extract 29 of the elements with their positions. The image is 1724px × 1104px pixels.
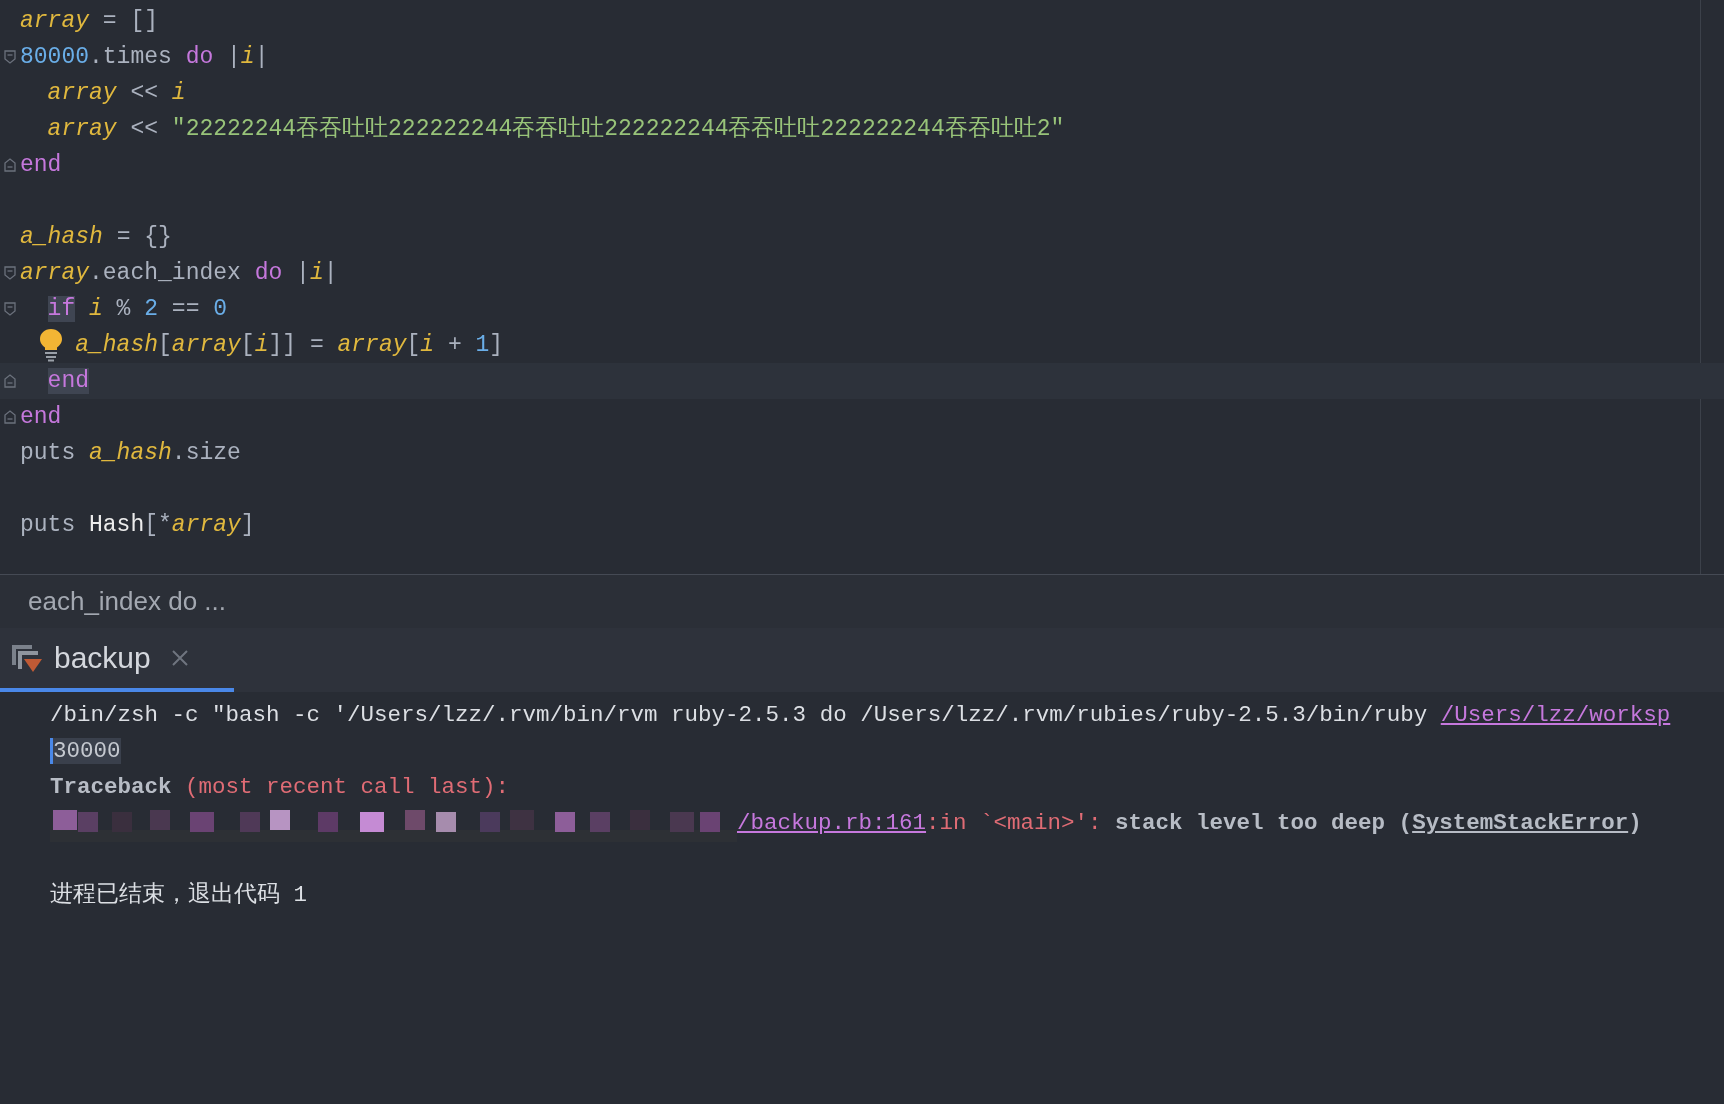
code-line: end — [20, 151, 62, 180]
fold-icon[interactable] — [4, 266, 16, 280]
fold-end-icon[interactable] — [4, 158, 16, 172]
fold-icon[interactable] — [4, 50, 16, 64]
console-output: /backup.rb:161:in `<main>': stack level too deep (SystemStackError) — [737, 809, 1642, 839]
run-tab[interactable]: backup — [0, 628, 234, 692]
close-icon[interactable] — [170, 649, 189, 667]
file-link[interactable]: /backup.rb:161 — [737, 810, 927, 837]
code-line: 80000.times do |i| — [20, 43, 269, 72]
fold-end-icon[interactable] — [4, 374, 16, 388]
code-line: puts Hash[*array] — [20, 511, 255, 540]
code-line: array << i — [47, 79, 186, 108]
code-line: end — [20, 403, 62, 432]
console-output: 进程已结束，退出代码 1 — [50, 881, 307, 911]
code-line: array.each_index do |i| — [20, 259, 338, 288]
code-line: array << "22222244吞吞吐吐222222244吞吞吐吐222222244吞吞吐吐222222244吞吞吐吐2" — [47, 115, 1065, 144]
lightbulb-icon[interactable] — [38, 328, 64, 362]
fold-icon[interactable] — [4, 302, 16, 316]
console-output: Traceback (most recent call last): — [50, 773, 510, 803]
code-line: array = [] — [20, 7, 159, 36]
code-line: a_hash = {} — [20, 223, 172, 252]
console-output: /bin/zsh -c "bash -c '/Users/lzz/.rvm/bin/rvm ruby-2.5.3 do /Users/lzz/.rvm/rubies/ruby-2.5.3/bin/ruby /Users/lzz/worksp — [50, 701, 1671, 731]
file-link[interactable]: /Users/lzz/worksp — [1440, 702, 1671, 729]
file-link[interactable]: SystemStackError — [1412, 810, 1629, 837]
code-line: a_hash[array[i]] = array[i + 1] — [75, 331, 504, 360]
code-line: if i % 2 == 0 — [47, 295, 228, 324]
fold-end-icon[interactable] — [4, 410, 16, 424]
breadcrumb[interactable]: each_index do ... — [28, 582, 227, 621]
code-line: puts a_hash.size — [20, 439, 241, 468]
